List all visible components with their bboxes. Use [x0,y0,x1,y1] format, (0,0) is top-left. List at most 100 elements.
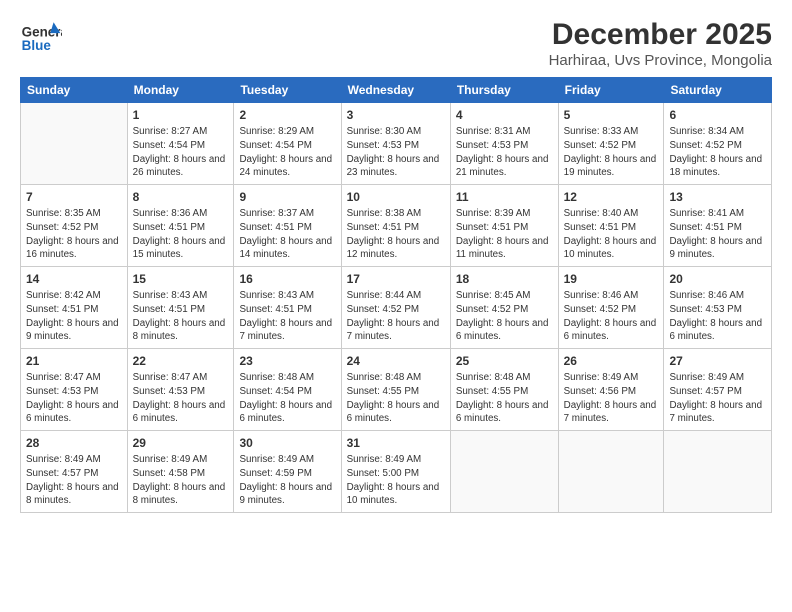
day-number: 18 [456,271,553,287]
svg-text:Blue: Blue [22,38,52,53]
logo-icon: General Blue [20,18,62,60]
calendar-cell-w3-d4: 17 Sunrise: 8:44 AM Sunset: 4:52 PM Dayli… [341,267,450,349]
day-number: 22 [133,353,229,369]
day-number: 24 [347,353,445,369]
day-number: 15 [133,271,229,287]
day-info: Sunrise: 8:43 AM Sunset: 4:51 PM Dayligh… [133,289,229,344]
day-info: Sunrise: 8:48 AM Sunset: 4:54 PM Dayligh… [239,371,335,426]
calendar-cell-w4-d6: 26 Sunrise: 8:49 AM Sunset: 4:56 PM Dayli… [558,349,664,431]
day-info: Sunrise: 8:49 AM Sunset: 4:57 PM Dayligh… [669,371,766,426]
calendar-cell-w4-d1: 21Sunrise: 8:47 AM Sunset: 4:53 PM Dayli… [21,349,128,431]
calendar-week-3: 14Sunrise: 8:42 AM Sunset: 4:51 PM Dayli… [21,267,772,349]
day-number: 6 [669,107,766,123]
calendar-cell-w1-d6: 5 Sunrise: 8:33 AM Sunset: 4:52 PM Daylig… [558,103,664,185]
calendar-cell-w1-d1 [21,103,128,185]
calendar-cell-w4-d2: 22Sunrise: 8:47 AM Sunset: 4:53 PM Dayli… [127,349,234,431]
day-number: 4 [456,107,553,123]
day-info: Sunrise: 8:40 AM Sunset: 4:51 PM Dayligh… [564,207,659,262]
day-number: 26 [564,353,659,369]
calendar-cell-w3-d1: 14Sunrise: 8:42 AM Sunset: 4:51 PM Dayli… [21,267,128,349]
day-info: Sunrise: 8:48 AM Sunset: 4:55 PM Dayligh… [347,371,445,426]
calendar-cell-w2-d1: 7 Sunrise: 8:35 AM Sunset: 4:52 PM Daylig… [21,185,128,267]
day-number: 20 [669,271,766,287]
calendar-cell-w3-d3: 16Sunrise: 8:43 AM Sunset: 4:51 PM Dayli… [234,267,341,349]
day-number: 14 [26,271,122,287]
day-info: Sunrise: 8:46 AM Sunset: 4:53 PM Dayligh… [669,289,766,344]
calendar-week-4: 21Sunrise: 8:47 AM Sunset: 4:53 PM Dayli… [21,349,772,431]
day-number: 25 [456,353,553,369]
calendar-cell-w5-d4: 31 Sunrise: 8:49 AM Sunset: 5:00 PM Dayli… [341,431,450,513]
day-number: 16 [239,271,335,287]
page: General Blue December 2025 Harhiraa, Uvs… [0,0,792,612]
day-info: Sunrise: 8:27 AM Sunset: 4:54 PM Dayligh… [133,125,229,180]
calendar-cell-w1-d4: 3 Sunrise: 8:30 AM Sunset: 4:53 PM Daylig… [341,103,450,185]
day-info: Sunrise: 8:49 AM Sunset: 4:58 PM Dayligh… [133,453,229,508]
day-number: 23 [239,353,335,369]
day-info: Sunrise: 8:35 AM Sunset: 4:52 PM Dayligh… [26,207,122,262]
day-number: 5 [564,107,659,123]
day-info: Sunrise: 8:49 AM Sunset: 4:56 PM Dayligh… [564,371,659,426]
calendar-cell-w5-d6 [558,431,664,513]
calendar-cell-w4-d7: 27 Sunrise: 8:49 AM Sunset: 4:57 PM Dayli… [664,349,772,431]
weekday-header-row: Sunday Monday Tuesday Wednesday Thursday… [21,78,772,103]
logo: General Blue [20,18,64,60]
calendar-cell-w3-d7: 20 Sunrise: 8:46 AM Sunset: 4:53 PM Dayli… [664,267,772,349]
day-number: 27 [669,353,766,369]
day-info: Sunrise: 8:39 AM Sunset: 4:51 PM Dayligh… [456,207,553,262]
calendar-cell-w4-d5: 25 Sunrise: 8:48 AM Sunset: 4:55 PM Dayli… [450,349,558,431]
calendar-cell-w4-d3: 23 Sunrise: 8:48 AM Sunset: 4:54 PM Dayli… [234,349,341,431]
header-sunday: Sunday [21,78,128,103]
day-number: 1 [133,107,229,123]
day-info: Sunrise: 8:49 AM Sunset: 4:57 PM Dayligh… [26,453,122,508]
calendar-cell-w1-d2: 1 Sunrise: 8:27 AM Sunset: 4:54 PM Daylig… [127,103,234,185]
calendar-cell-w2-d2: 8Sunrise: 8:36 AM Sunset: 4:51 PM Daylig… [127,185,234,267]
calendar-week-1: 1 Sunrise: 8:27 AM Sunset: 4:54 PM Daylig… [21,103,772,185]
calendar-cell-w5-d7 [664,431,772,513]
calendar-table: Sunday Monday Tuesday Wednesday Thursday… [20,77,772,513]
calendar-cell-w5-d2: 29 Sunrise: 8:49 AM Sunset: 4:58 PM Dayli… [127,431,234,513]
header: General Blue December 2025 Harhiraa, Uvs… [20,18,772,69]
day-info: Sunrise: 8:44 AM Sunset: 4:52 PM Dayligh… [347,289,445,344]
calendar-cell-w5-d3: 30 Sunrise: 8:49 AM Sunset: 4:59 PM Dayli… [234,431,341,513]
day-number: 19 [564,271,659,287]
day-number: 12 [564,189,659,205]
day-number: 30 [239,435,335,451]
calendar-cell-w3-d6: 19Sunrise: 8:46 AM Sunset: 4:52 PM Dayli… [558,267,664,349]
day-info: Sunrise: 8:34 AM Sunset: 4:52 PM Dayligh… [669,125,766,180]
day-number: 29 [133,435,229,451]
subtitle: Harhiraa, Uvs Province, Mongolia [549,52,772,69]
day-info: Sunrise: 8:49 AM Sunset: 5:00 PM Dayligh… [347,453,445,508]
header-thursday: Thursday [450,78,558,103]
calendar-cell-w2-d6: 12 Sunrise: 8:40 AM Sunset: 4:51 PM Dayli… [558,185,664,267]
day-info: Sunrise: 8:48 AM Sunset: 4:55 PM Dayligh… [456,371,553,426]
day-info: Sunrise: 8:47 AM Sunset: 4:53 PM Dayligh… [26,371,122,426]
calendar-cell-w1-d3: 2 Sunrise: 8:29 AM Sunset: 4:54 PM Daylig… [234,103,341,185]
day-number: 9 [239,189,335,205]
calendar-week-2: 7 Sunrise: 8:35 AM Sunset: 4:52 PM Daylig… [21,185,772,267]
day-number: 2 [239,107,335,123]
day-number: 31 [347,435,445,451]
calendar-cell-w2-d3: 9 Sunrise: 8:37 AM Sunset: 4:51 PM Daylig… [234,185,341,267]
day-info: Sunrise: 8:31 AM Sunset: 4:53 PM Dayligh… [456,125,553,180]
calendar-week-5: 28Sunrise: 8:49 AM Sunset: 4:57 PM Dayli… [21,431,772,513]
calendar-cell-w3-d2: 15 Sunrise: 8:43 AM Sunset: 4:51 PM Dayli… [127,267,234,349]
day-info: Sunrise: 8:33 AM Sunset: 4:52 PM Dayligh… [564,125,659,180]
header-monday: Monday [127,78,234,103]
day-number: 11 [456,189,553,205]
day-info: Sunrise: 8:49 AM Sunset: 4:59 PM Dayligh… [239,453,335,508]
header-wednesday: Wednesday [341,78,450,103]
header-saturday: Saturday [664,78,772,103]
day-number: 3 [347,107,445,123]
day-info: Sunrise: 8:41 AM Sunset: 4:51 PM Dayligh… [669,207,766,262]
calendar-cell-w2-d4: 10Sunrise: 8:38 AM Sunset: 4:51 PM Dayli… [341,185,450,267]
day-info: Sunrise: 8:29 AM Sunset: 4:54 PM Dayligh… [239,125,335,180]
day-number: 17 [347,271,445,287]
calendar-cell-w2-d5: 11 Sunrise: 8:39 AM Sunset: 4:51 PM Dayli… [450,185,558,267]
day-info: Sunrise: 8:37 AM Sunset: 4:51 PM Dayligh… [239,207,335,262]
calendar-cell-w2-d7: 13Sunrise: 8:41 AM Sunset: 4:51 PM Dayli… [664,185,772,267]
day-info: Sunrise: 8:30 AM Sunset: 4:53 PM Dayligh… [347,125,445,180]
calendar-cell-w5-d1: 28Sunrise: 8:49 AM Sunset: 4:57 PM Dayli… [21,431,128,513]
day-number: 7 [26,189,122,205]
day-number: 10 [347,189,445,205]
calendar-cell-w3-d5: 18Sunrise: 8:45 AM Sunset: 4:52 PM Dayli… [450,267,558,349]
